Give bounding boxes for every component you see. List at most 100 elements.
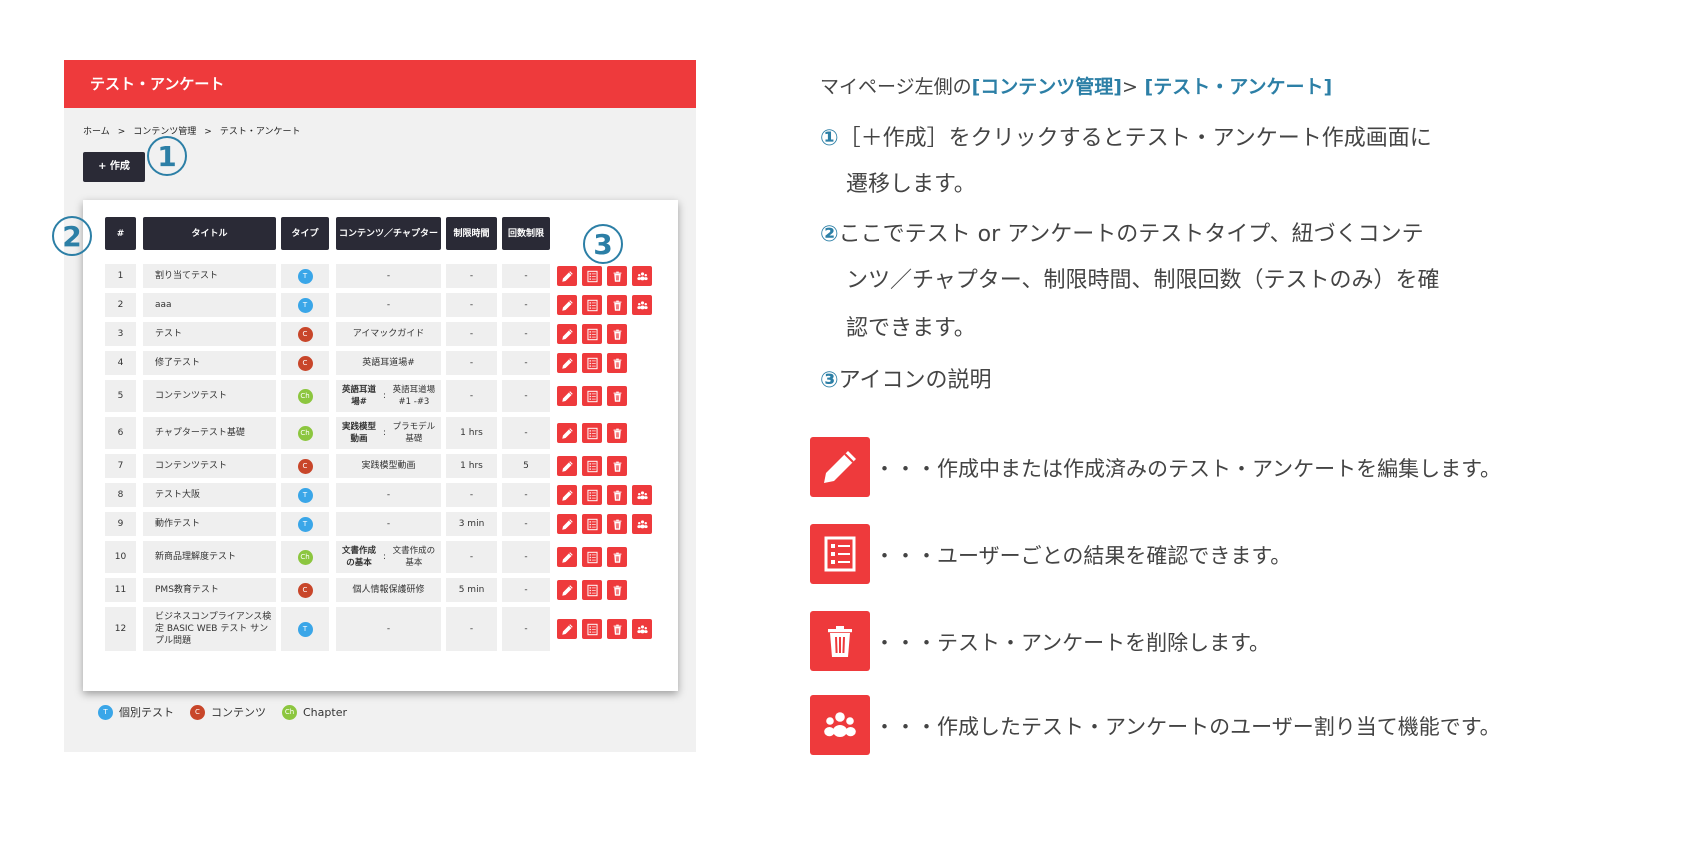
row-content: 英語耳道場#: [336, 351, 441, 375]
results-button[interactable]: [582, 324, 602, 344]
row-type: C: [281, 322, 329, 346]
row-title[interactable]: ビジネスコンプライアンス検定 BASIC WEB テスト サンプル問題: [143, 607, 276, 651]
delete-button[interactable]: [607, 266, 627, 286]
assign-users-button[interactable]: [632, 485, 652, 505]
delete-button[interactable]: [607, 619, 627, 639]
row-type: Ch: [281, 380, 329, 412]
results-button[interactable]: [582, 514, 602, 534]
row-count-limit: -: [502, 322, 550, 346]
assign-users-button[interactable]: [632, 619, 652, 639]
results-button[interactable]: [582, 580, 602, 600]
results-button[interactable]: [582, 353, 602, 373]
list-icon: [586, 623, 599, 636]
pencil-icon: [561, 551, 574, 564]
row-count-limit: -: [502, 417, 550, 449]
edit-button[interactable]: [557, 386, 577, 406]
list-icon: [586, 551, 599, 564]
edit-button[interactable]: [557, 619, 577, 639]
assign-users-button[interactable]: [632, 514, 652, 534]
edit-button[interactable]: [557, 266, 577, 286]
row-title[interactable]: 割り当てテスト: [143, 264, 276, 288]
results-button[interactable]: [582, 485, 602, 505]
edit-button[interactable]: [557, 485, 577, 505]
list-icon: [586, 427, 599, 440]
breadcrumb-home[interactable]: ホーム: [83, 127, 110, 137]
delete-button[interactable]: [607, 547, 627, 567]
delete-button[interactable]: [607, 580, 627, 600]
row-title[interactable]: 新商品理解度テスト: [143, 541, 276, 573]
legend-label: コンテンツ: [211, 706, 266, 719]
breadcrumb-sep: >: [117, 127, 126, 137]
users-icon: [636, 270, 649, 283]
results-button[interactable]: [582, 266, 602, 286]
type-badge-t: T: [297, 268, 313, 284]
step2-text: ここでテスト or アンケートのテストタイプ、紐づくコンテ: [838, 222, 1424, 247]
edit-button[interactable]: [557, 456, 577, 476]
pencil-icon: [561, 623, 574, 636]
delete-button[interactable]: [607, 514, 627, 534]
delete-button[interactable]: [607, 485, 627, 505]
row-time-limit: -: [446, 541, 497, 573]
row-number: 1: [105, 264, 136, 288]
edit-button[interactable]: [557, 580, 577, 600]
create-button[interactable]: + 作成: [83, 152, 145, 182]
content-label: 実践模型動画: [342, 422, 377, 444]
edit-button[interactable]: [557, 547, 577, 567]
edit-button[interactable]: [557, 353, 577, 373]
type-badge-ch: Ch: [297, 549, 313, 565]
column-header: コンテンツ／チャプター: [336, 217, 441, 250]
step3: ③アイコンの説明: [820, 362, 992, 394]
users-icon: [636, 623, 649, 636]
pencil-icon: [561, 584, 574, 597]
assign-users-button[interactable]: [632, 295, 652, 315]
pencil-icon: [561, 390, 574, 403]
row-count-limit: -: [502, 607, 550, 651]
results-button[interactable]: [582, 547, 602, 567]
legend-item: C コンテンツ: [190, 704, 266, 720]
pencil-icon: [561, 328, 574, 341]
assign-users-button[interactable]: [632, 266, 652, 286]
delete-button[interactable]: [607, 324, 627, 344]
row-type: Ch: [281, 417, 329, 449]
delete-button[interactable]: [607, 423, 627, 443]
breadcrumb: ホーム > コンテンツ管理 > テスト・アンケート: [83, 124, 300, 137]
results-button[interactable]: [582, 619, 602, 639]
row-title[interactable]: 動作テスト: [143, 512, 276, 536]
type-legend: T 個別テスト C コンテンツ Ch Chapter: [98, 704, 347, 720]
results-button[interactable]: [582, 295, 602, 315]
row-content: 英語耳道場#: 英語耳道場 #1 -#3: [336, 380, 441, 412]
column-header: タイプ: [281, 217, 329, 250]
pencil-icon: [561, 427, 574, 440]
delete-button[interactable]: [607, 456, 627, 476]
edit-button[interactable]: [557, 423, 577, 443]
pencil-icon: [561, 270, 574, 283]
results-button[interactable]: [582, 386, 602, 406]
trash-icon: [611, 623, 624, 636]
content-name: 文書作成の基本: [392, 546, 436, 568]
results-button[interactable]: [582, 423, 602, 443]
row-title[interactable]: 修了テスト: [143, 351, 276, 375]
row-title[interactable]: テスト: [143, 322, 276, 346]
trash-icon: [820, 621, 860, 661]
row-title[interactable]: テスト大阪: [143, 483, 276, 507]
row-title[interactable]: aaa: [143, 293, 276, 317]
delete-button[interactable]: [607, 386, 627, 406]
edit-button[interactable]: [557, 324, 577, 344]
edit-button[interactable]: [557, 295, 577, 315]
row-time-limit: 1 hrs: [446, 417, 497, 449]
row-title[interactable]: チャプターテスト基礎: [143, 417, 276, 449]
step1-number: ①: [820, 126, 839, 151]
results-button[interactable]: [582, 456, 602, 476]
row-title[interactable]: コンテンツテスト: [143, 454, 276, 478]
type-badge-ch: Ch: [282, 704, 297, 720]
type-badge-t: T: [297, 516, 313, 532]
path-prefix: マイページ左側の: [820, 76, 972, 98]
path-sep: >: [1122, 76, 1138, 98]
delete-button[interactable]: [607, 353, 627, 373]
row-title[interactable]: PMS教育テスト: [143, 578, 276, 602]
edit-button[interactable]: [557, 514, 577, 534]
delete-button[interactable]: [607, 295, 627, 315]
pencil-icon: [561, 489, 574, 502]
content-label: 英語耳道場#: [342, 385, 377, 407]
row-title[interactable]: コンテンツテスト: [143, 380, 276, 412]
